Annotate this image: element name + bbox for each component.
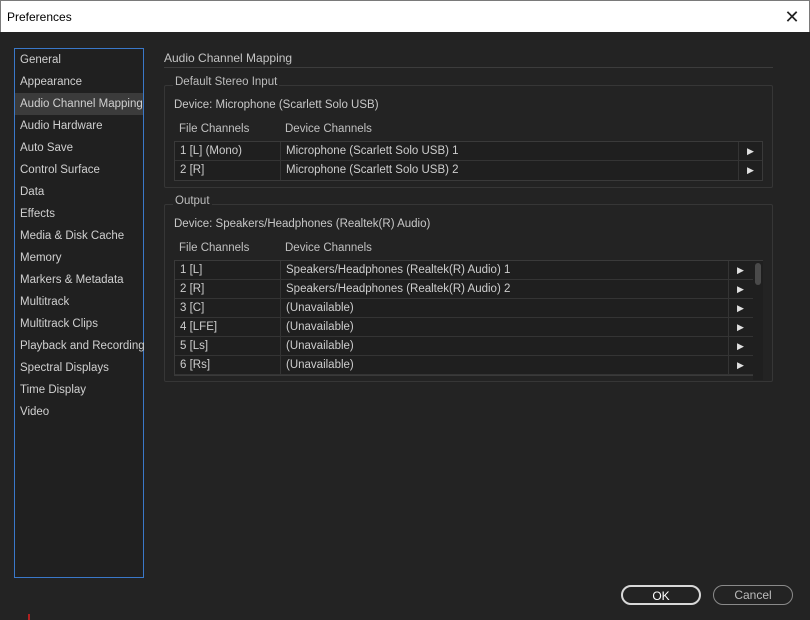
channel-row[interactable]: 4 [LFE] (Unavailable) ▶ [175,318,762,337]
sidebar-item[interactable]: Control Surface [15,159,143,181]
device-channel-cell: Speakers/Headphones (Realtek(R) Audio) 1 [286,264,511,276]
file-channel-cell: 1 [L] [175,261,281,280]
title-bar: Preferences ✕ [0,0,810,32]
sidebar-item[interactable]: Markers & Metadata [15,269,143,291]
device-channel-cell: Microphone (Scarlett Solo USB) 1 [286,145,459,157]
device-channel-cell: Microphone (Scarlett Solo USB) 2 [286,164,459,176]
group-label-stereo-input: Default Stereo Input [173,76,280,88]
sidebar-item[interactable]: Auto Save [15,137,143,159]
sidebar-item[interactable]: Audio Channel Mapping [15,93,143,115]
output-file-channels-header: File Channels [179,242,250,254]
channel-row[interactable]: 2 [R] Microphone (Scarlett Solo USB) 2 ▶ [175,161,762,180]
chevron-right-icon[interactable]: ▶ [728,318,752,337]
channel-row[interactable]: 3 [C] (Unavailable) ▶ [175,299,762,318]
scrollbar-thumb[interactable] [755,263,761,285]
default-stereo-input-group: Default Stereo Input Device: Microphone … [164,76,773,188]
sidebar-item[interactable]: Multitrack [15,291,143,313]
window-title: Preferences [7,10,72,24]
sidebar-item[interactable]: Audio Hardware [15,115,143,137]
section-divider [164,67,773,68]
cancel-button[interactable]: Cancel [713,585,793,605]
channel-row[interactable]: 1 [L] Speakers/Headphones (Realtek(R) Aud… [175,261,762,280]
file-channel-cell: 5 [Ls] [175,337,281,356]
chevron-right-icon[interactable]: ▶ [728,280,752,299]
device-channel-cell: (Unavailable) [286,359,354,371]
sidebar-item[interactable]: Effects [15,203,143,225]
sidebar-item[interactable]: Playback and Recording [15,335,145,357]
sidebar-item[interactable]: General [15,49,143,71]
device-channel-cell: (Unavailable) [286,340,354,352]
output-group: Output Device: Speakers/Headphones (Real… [164,195,773,382]
stereo-input-device: Device: Microphone (Scarlett Solo USB) [174,99,379,111]
output-table-scrollbar[interactable] [753,261,763,380]
chevron-right-icon[interactable]: ▶ [728,261,752,280]
file-channel-cell: 3 [C] [175,299,281,318]
chevron-right-icon[interactable]: ▶ [728,299,752,318]
device-channel-cell: Speakers/Headphones (Realtek(R) Audio) 2 [286,283,511,295]
sidebar-item[interactable]: Appearance [15,71,143,93]
output-channel-table: 1 [L] Speakers/Headphones (Realtek(R) Aud… [174,260,763,380]
chevron-right-icon[interactable]: ▶ [728,337,752,356]
channel-row[interactable]: 6 [Rs] (Unavailable) ▶ [175,356,762,375]
section-title: Audio Channel Mapping [164,51,293,65]
preferences-category-list[interactable]: General Appearance Audio Channel Mapping Au… [14,48,145,578]
stereo-input-file-channels-header: File Channels [179,123,250,135]
device-channel-cell: (Unavailable) [286,302,354,314]
file-channel-cell: 4 [LFE] [175,318,281,337]
file-channel-cell: 2 [R] [175,280,281,299]
file-channel-cell: 2 [R] [175,161,281,180]
group-label-output: Output [173,195,212,207]
sidebar-item[interactable]: Spectral Displays [15,357,143,379]
file-channel-cell: 6 [Rs] [175,356,281,375]
file-channel-cell: 1 [L] (Mono) [175,142,281,161]
close-icon[interactable]: ✕ [775,1,809,33]
sidebar-item[interactable]: Time Display [15,379,143,401]
sidebar-item[interactable]: Media & Disk Cache [15,225,143,247]
output-device: Device: Speakers/Headphones (Realtek(R) … [174,218,431,230]
chevron-right-icon[interactable]: ▶ [728,356,752,375]
stereo-input-device-channels-header: Device Channels [285,123,372,135]
output-device-channels-header: Device Channels [285,242,372,254]
ok-button[interactable]: OK [621,585,701,605]
sidebar-item[interactable]: Memory [15,247,143,269]
sidebar-item[interactable]: Multitrack Clips [15,313,143,335]
device-channel-cell: (Unavailable) [286,321,354,333]
edge-mark [28,614,30,620]
chevron-right-icon[interactable]: ▶ [738,161,762,180]
sidebar-item[interactable]: Data [15,181,143,203]
channel-row[interactable]: 5 [Ls] (Unavailable) ▶ [175,337,762,356]
stereo-input-channel-table: 1 [L] (Mono) Microphone (Scarlett Solo US… [174,141,763,181]
channel-row[interactable]: 1 [L] (Mono) Microphone (Scarlett Solo US… [175,142,762,161]
chevron-right-icon[interactable]: ▶ [738,142,762,161]
channel-row[interactable]: 2 [R] Speakers/Headphones (Realtek(R) Aud… [175,280,762,299]
sidebar-item[interactable]: Video [15,401,143,423]
